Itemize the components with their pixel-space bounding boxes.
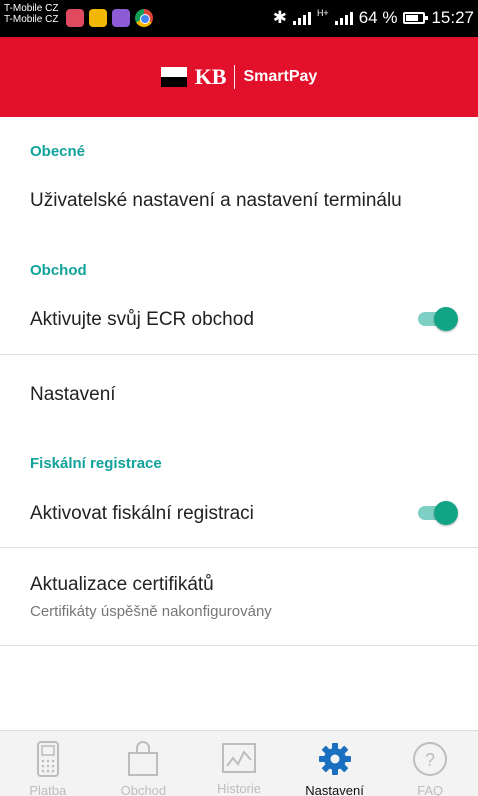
app-notification-icon xyxy=(66,9,84,27)
battery-icon xyxy=(403,12,429,24)
product-name: SmartPay xyxy=(243,68,318,85)
chrome-icon xyxy=(135,9,153,27)
notification-icons xyxy=(66,9,153,27)
app-notification-icon xyxy=(112,9,130,27)
logo-text: KB xyxy=(194,64,227,89)
question-icon: ? xyxy=(412,741,448,777)
shop-settings-item[interactable]: Nastavení xyxy=(30,384,116,406)
app-header: KB SmartPay xyxy=(0,37,478,117)
gear-icon xyxy=(317,741,353,777)
section-title-shop: Obchod xyxy=(30,262,87,279)
status-bar: T-Mobile CZ T-Mobile CZ ✱ H+ 64 % 15:27 xyxy=(0,0,478,37)
battery-percent: 64 % xyxy=(358,8,398,27)
certificate-status: Certifikáty úspěšně nakonfigurovány xyxy=(30,603,272,620)
section-title-general: Obecné xyxy=(30,143,86,160)
fiscal-activate-toggle[interactable] xyxy=(416,501,458,525)
nav-label: Obchod xyxy=(120,783,167,796)
chart-icon xyxy=(221,741,257,775)
bottom-navigation: Platba Obchod Historie Nastavení ? FAQ xyxy=(0,730,478,796)
clock: 15:27 xyxy=(431,8,474,27)
shopping-bag-icon xyxy=(125,741,161,777)
fiscal-activate-label: Aktivovat fiskální registraci xyxy=(30,503,254,524)
signal-icon xyxy=(292,11,311,25)
divider xyxy=(0,645,478,646)
user-terminal-settings-item[interactable]: Uživatelské nastavení a nastavení termin… xyxy=(30,190,402,212)
ecr-shop-label: Aktivujte svůj ECR obchod xyxy=(30,309,254,330)
nav-item-obchod[interactable]: Obchod xyxy=(96,731,192,796)
ecr-shop-toggle[interactable] xyxy=(416,307,458,331)
nav-label: Platba xyxy=(29,783,67,796)
terminal-icon xyxy=(36,741,59,777)
bluetooth-icon: ✱ xyxy=(272,8,287,27)
nav-item-nastaveni[interactable]: Nastavení xyxy=(287,731,383,796)
toggle-thumb xyxy=(434,307,458,331)
section-title-fiscal: Fiskální registrace xyxy=(30,455,162,472)
nav-item-historie[interactable]: Historie xyxy=(191,731,287,796)
svg-text:?: ? xyxy=(425,750,435,770)
nav-label: Nastavení xyxy=(305,783,364,796)
app-notification-icon xyxy=(89,9,107,27)
carrier-2: T-Mobile CZ xyxy=(4,14,59,25)
divider xyxy=(0,354,478,355)
divider xyxy=(0,547,478,548)
carrier-1: T-Mobile CZ xyxy=(4,3,59,14)
nav-item-faq[interactable]: ? FAQ xyxy=(382,731,478,796)
carrier-names: T-Mobile CZ T-Mobile CZ xyxy=(4,3,58,25)
certificate-update-item[interactable]: Aktualizace certifikátů xyxy=(30,574,214,596)
nav-item-platba[interactable]: Platba xyxy=(0,731,96,796)
kb-logo-icon xyxy=(160,67,187,87)
network-type: H+ xyxy=(316,8,329,18)
nav-label: FAQ xyxy=(417,783,444,796)
nav-label: Historie xyxy=(216,781,262,796)
toggle-thumb xyxy=(434,501,458,525)
logo-divider xyxy=(234,65,236,89)
status-right: ✱ H+ 64 % 15:27 xyxy=(273,8,474,28)
signal-icon-2 xyxy=(334,11,353,25)
